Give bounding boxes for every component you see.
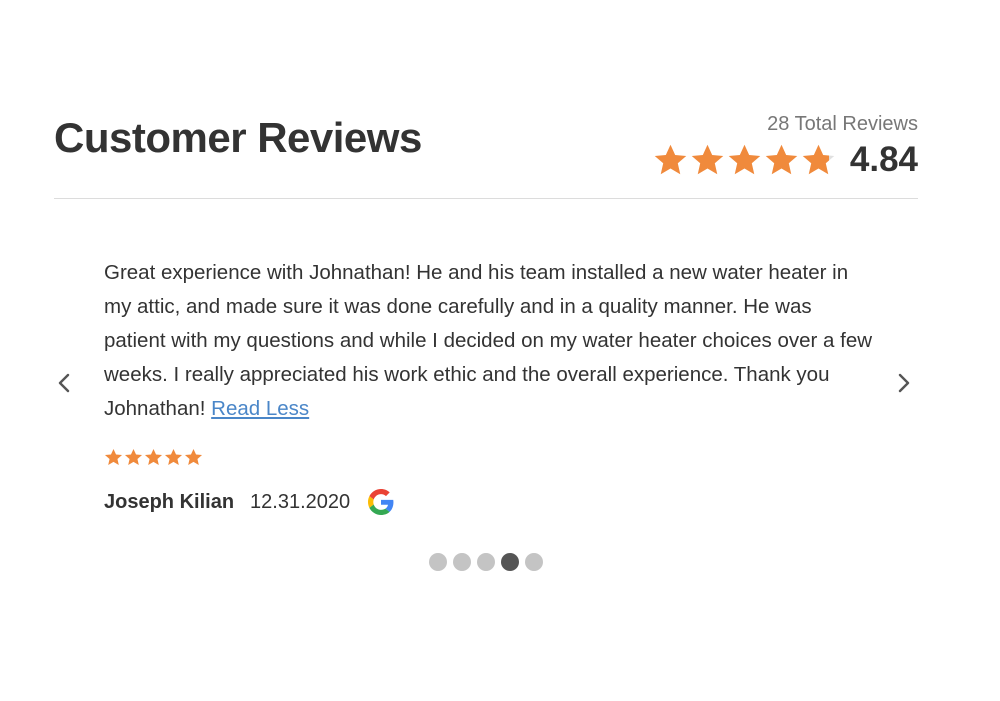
total-reviews: 28 Total Reviews <box>767 113 918 135</box>
carousel-dot-4[interactable] <box>501 553 519 571</box>
star-full-icon <box>765 144 798 174</box>
average-rating-stars <box>653 143 836 178</box>
reviews-carousel: Great experience with Johnathan! He and … <box>54 240 918 580</box>
star-partial-icon <box>802 144 835 174</box>
star-full-icon <box>184 448 203 465</box>
carousel-dot-2[interactable] <box>453 553 471 571</box>
review-date: 12.31.2020 <box>250 490 351 513</box>
read-less-link[interactable]: Read Less <box>211 397 309 420</box>
star-full-icon <box>728 144 761 174</box>
carousel-pagination <box>54 553 918 571</box>
review-rating-stars <box>104 448 874 467</box>
chevron-left-icon <box>58 373 70 393</box>
rating-summary: 28 Total Reviews 4.84 <box>653 112 918 180</box>
carousel-dot-5[interactable] <box>525 553 543 571</box>
star-full-icon <box>104 448 123 465</box>
page-title: Customer Reviews <box>54 114 422 161</box>
reviews-header: Customer Reviews 28 Total Reviews 4.84 <box>54 100 918 199</box>
review-card: Great experience with Johnathan! He and … <box>104 256 874 515</box>
star-full-icon <box>691 144 724 174</box>
reviewer-row: Joseph Kilian 12.31.2020 <box>104 489 874 515</box>
carousel-dot-1[interactable] <box>429 553 447 571</box>
review-text: Great experience with Johnathan! He and … <box>104 256 874 426</box>
average-rating: 4.84 <box>849 140 918 179</box>
star-full-icon <box>164 448 183 465</box>
next-review-button[interactable] <box>892 368 916 398</box>
carousel-dot-3[interactable] <box>477 553 495 571</box>
rating-row: 4.84 <box>653 140 918 180</box>
previous-review-button[interactable] <box>52 368 76 398</box>
google-icon <box>368 489 394 515</box>
star-full-icon <box>654 144 687 174</box>
chevron-right-icon <box>898 373 910 393</box>
star-full-icon <box>144 448 163 465</box>
reviewer-name: Joseph Kilian <box>104 490 235 513</box>
star-full-icon <box>124 448 143 465</box>
